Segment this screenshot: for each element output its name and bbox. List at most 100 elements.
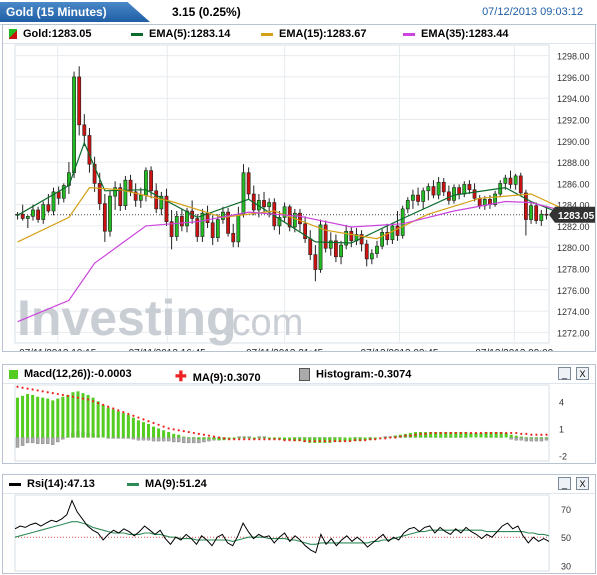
signal-point [132,414,135,417]
histogram-bar [247,436,251,438]
y-tick-label: 70 [561,505,571,515]
signal-point [505,431,508,435]
candle-body [313,254,318,270]
signal-point [318,439,321,443]
watermark-suffix: .com [221,302,303,344]
macd-bar [106,407,110,438]
histogram-bar [51,437,55,445]
minimize-button[interactable]: _ [558,367,571,380]
macd-bar [86,394,90,438]
candle-body [411,194,415,201]
macd-bar [46,398,50,438]
histogram-bar [514,437,518,441]
signal-point [172,428,175,431]
signal-point [525,432,528,435]
histogram-bar [509,437,513,440]
signal-point [394,436,397,439]
candle-body [334,240,338,258]
macd-bar [167,432,171,438]
signal-point [389,436,392,439]
macd-bar [116,411,120,438]
ema35-swatch [403,32,415,36]
macd-bar [514,435,518,438]
signal-point [61,393,64,397]
signal-point [16,385,19,388]
legend-rsi-ma: MA(9):51.24 [127,478,207,490]
minimize-button[interactable]: _ [558,477,571,490]
signal-point [495,431,498,435]
candle-body [102,203,107,232]
signal-point [157,423,160,426]
histogram-bar [177,437,181,443]
signal-point [51,392,54,395]
histogram-bar [61,437,65,440]
signal-point [97,401,100,405]
legend-histogram: Histogram:-0.3074 [299,368,411,381]
y-tick-label: 1272.00 [557,328,590,338]
histogram-bar [46,437,50,444]
candle-body [539,213,544,221]
y-tick-label: 1276.00 [557,286,590,296]
macd-bar [172,433,176,438]
rsi-chart[interactable]: 70 50 30 [3,493,595,573]
signal-point [489,431,493,435]
close-button[interactable]: X [576,477,589,490]
histogram-bar [187,437,191,444]
candle-body [46,204,51,212]
signal-point [263,438,266,441]
macd-bar [96,401,100,438]
macd-bar [524,437,528,439]
histogram-bar [111,437,115,439]
rsi-ma-swatch [127,482,139,486]
legend-ema5: EMA(5):1283.14 [131,28,230,40]
signal-point [479,431,483,435]
candle-body [462,184,467,195]
macd-bar [509,434,513,438]
legend-rsi-label: Rsi(14):47.13 [27,478,95,490]
histogram-bar [126,437,131,439]
price-chart[interactable]: 1298.00 1296.00 1294.00 1292.00 1290.00 1288.… [3,43,595,351]
signal-point [429,431,432,435]
signal-point [469,431,473,435]
signal-point [217,436,221,439]
signal-point [26,387,29,390]
signal-point [288,439,291,442]
signal-point [21,386,24,389]
signal-point [419,432,422,435]
candle-body [149,170,153,192]
close-button[interactable]: X [576,367,589,380]
histogram-bar [36,437,40,444]
signal-point [187,430,190,434]
signal-point [71,395,75,398]
instrument-tab[interactable]: Gold (15 Minutes) [0,2,150,22]
candle-body [56,191,61,199]
watermark-brand: Investing [17,290,236,346]
histogram-bar [106,437,110,439]
macd-bar [519,436,523,438]
candle-body [221,211,225,220]
candle-body [339,244,343,258]
candle-body [246,172,251,195]
macd-chart[interactable]: 4 1 -2 [3,383,595,463]
macd-bar [539,437,543,439]
candle-body [452,187,456,201]
legend-ema35: EMA(35):1283.44 [403,28,508,40]
candle-body [472,189,477,199]
candle-body [179,216,184,227]
ema5-swatch [131,32,143,36]
candle-body [241,172,246,215]
x-tick-label: 07/12/2013 09:00 [475,348,553,351]
candle-body [215,219,220,238]
signal-point [243,438,246,441]
candle-body [308,238,313,255]
signal-point [66,394,69,397]
signal-point [404,434,407,437]
signal-point [530,433,533,436]
candle-body [41,204,46,220]
ema15-swatch [261,32,273,36]
macd-bar [41,397,45,438]
rsi-ma-line [14,521,550,545]
signal-point [328,439,331,443]
candle-body [518,175,523,194]
signal-point [31,388,34,391]
